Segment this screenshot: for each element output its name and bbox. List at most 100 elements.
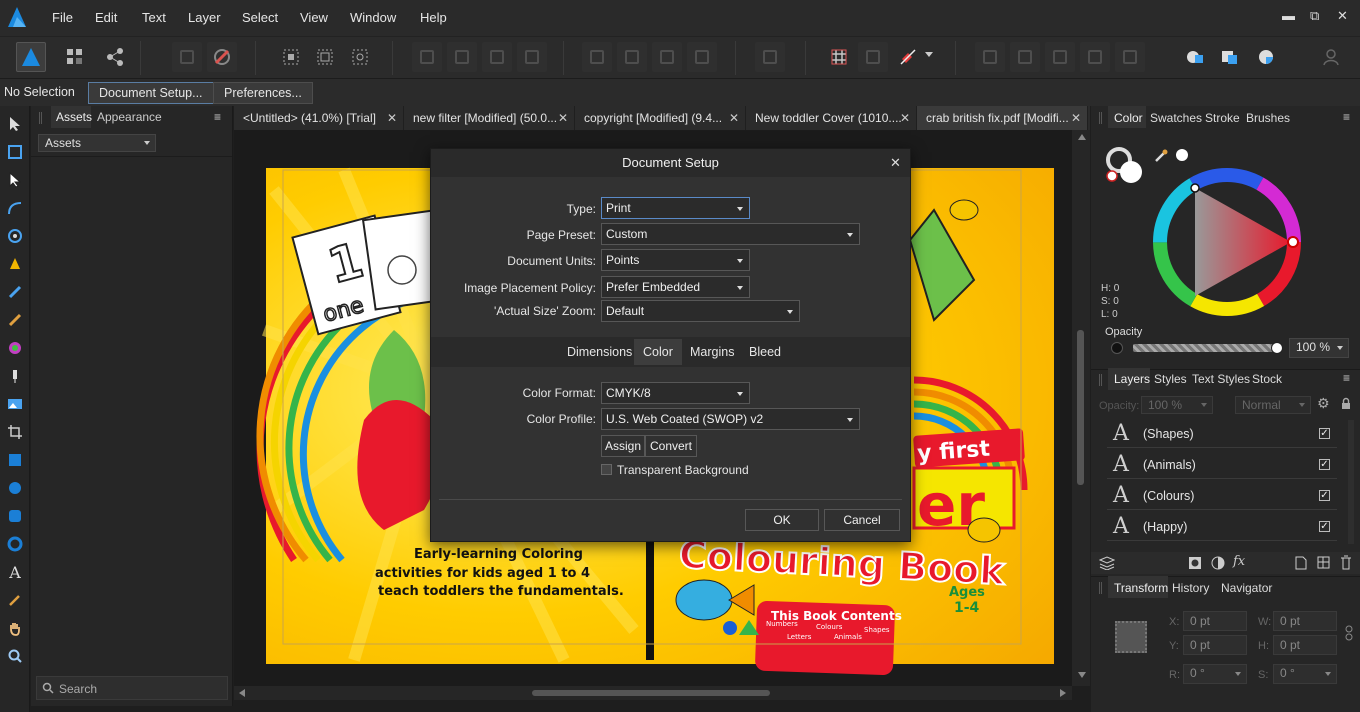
color-profile-dropdown[interactable]: U.S. Web Coated (SWOP) v2: [601, 408, 860, 430]
snapping-options-chevron-down-icon[interactable]: [925, 52, 933, 57]
view-tool[interactable]: [5, 618, 25, 638]
pixel-persona-button[interactable]: [60, 42, 90, 72]
color-picker-tool[interactable]: [5, 590, 25, 610]
crop-tool[interactable]: [5, 422, 25, 442]
convert-button[interactable]: Convert: [645, 435, 697, 457]
image-placement-dropdown[interactable]: Prefer Embedded: [601, 276, 750, 298]
grid-toggle[interactable]: [824, 42, 854, 72]
actual-size-zoom-dropdown[interactable]: Default: [601, 300, 800, 322]
opacity-slider-handle[interactable]: [1271, 342, 1283, 354]
blend-mode-dropdown[interactable]: Normal: [1235, 396, 1311, 414]
snapping-magnet-toggle[interactable]: [893, 42, 923, 72]
opacity-input[interactable]: 100 %: [1289, 338, 1349, 358]
tab-text-styles[interactable]: Text Styles: [1192, 372, 1250, 386]
boolean-add-button[interactable]: [975, 42, 1005, 72]
boolean-xor-button[interactable]: [1080, 42, 1110, 72]
fx-icon[interactable]: fx: [1233, 554, 1245, 569]
tab-stroke[interactable]: Stroke: [1205, 111, 1240, 125]
select-object-button[interactable]: [310, 42, 340, 72]
transparency-tool[interactable]: [5, 366, 25, 386]
assets-search-input[interactable]: Search: [36, 676, 228, 700]
flip-horizontal-button[interactable]: [582, 42, 612, 72]
doc-tab-new-filter[interactable]: new filter [Modified] (50.0... ✕: [404, 106, 575, 130]
shear-input[interactable]: 0 °: [1273, 664, 1337, 684]
layers-scrollbar[interactable]: [1348, 420, 1354, 544]
tab-dimensions[interactable]: Dimensions: [558, 339, 641, 365]
ok-button[interactable]: OK: [745, 509, 819, 531]
layer-row[interactable]: A (Animals) ✓: [1107, 451, 1337, 479]
menu-help[interactable]: Help: [420, 10, 447, 25]
close-icon[interactable]: ✕: [558, 106, 568, 130]
restore-button[interactable]: ⧉: [1310, 8, 1319, 24]
panel-grip-icon[interactable]: [1099, 582, 1102, 594]
layer-visibility-checkbox[interactable]: ✓: [1319, 490, 1330, 501]
designer-persona-button[interactable]: [16, 42, 46, 72]
vector-brush-tool[interactable]: [5, 310, 25, 330]
menu-layer[interactable]: Layer: [188, 10, 221, 25]
align-button[interactable]: [172, 42, 202, 72]
menu-window[interactable]: Window: [350, 10, 396, 25]
scroll-right-icon[interactable]: [1060, 689, 1066, 697]
point-transform-tool[interactable]: [5, 226, 25, 246]
opacity-slider[interactable]: [1133, 344, 1275, 352]
tab-transform[interactable]: Transform: [1114, 581, 1168, 595]
height-input[interactable]: 0 pt: [1273, 635, 1337, 655]
tab-color-active[interactable]: Color: [634, 339, 682, 365]
menu-select[interactable]: Select: [242, 10, 278, 25]
menu-edit[interactable]: Edit: [95, 10, 117, 25]
rounded-rectangle-tool[interactable]: [5, 506, 25, 526]
move-tool[interactable]: [5, 114, 25, 134]
layer-visibility-checkbox[interactable]: ✓: [1319, 459, 1330, 470]
type-dropdown[interactable]: Print: [601, 197, 750, 219]
link-icon[interactable]: [1345, 625, 1353, 641]
menu-file[interactable]: File: [52, 10, 73, 25]
tab-color[interactable]: Color: [1114, 111, 1143, 125]
close-icon[interactable]: ✕: [387, 106, 397, 130]
menu-text[interactable]: Text: [142, 10, 166, 25]
panel-menu-icon[interactable]: ≡: [1343, 371, 1350, 385]
color-triangle-handle[interactable]: [1190, 183, 1200, 193]
rotation-input[interactable]: 0 °: [1183, 664, 1247, 684]
arrange-front-button[interactable]: [517, 42, 547, 72]
export-persona-button[interactable]: [100, 42, 130, 72]
tab-styles[interactable]: Styles: [1154, 372, 1187, 386]
delete-trash-icon[interactable]: [1340, 555, 1352, 570]
doc-tab-crab-british[interactable]: crab british fix.pdf [Modifi... ✕: [917, 106, 1088, 130]
pen-tool[interactable]: [5, 254, 25, 274]
insert-top-button[interactable]: [1215, 42, 1245, 72]
minimize-button[interactable]: ▬: [1282, 8, 1295, 23]
tab-stock[interactable]: Stock: [1252, 372, 1282, 386]
snapping-toggle[interactable]: [207, 42, 237, 72]
fill-stroke-well[interactable]: [1105, 146, 1145, 186]
doc-tab-copyright[interactable]: copyright [Modified] (9.4... ✕: [575, 106, 746, 130]
pencil-tool[interactable]: [5, 282, 25, 302]
group-icon[interactable]: [1317, 556, 1330, 569]
layer-row[interactable]: A (Colours) ✓: [1107, 482, 1337, 510]
hue-ring-handle[interactable]: [1287, 236, 1299, 248]
select-bounds-button[interactable]: [276, 42, 306, 72]
panel-menu-icon[interactable]: ≡: [214, 110, 221, 124]
insert-inside-button[interactable]: [1251, 42, 1281, 72]
distribute-button[interactable]: [755, 42, 785, 72]
picked-color-swatch[interactable]: [1175, 148, 1189, 162]
lock-icon[interactable]: [1341, 397, 1351, 410]
vertical-scroll-thumb[interactable]: [1077, 330, 1084, 485]
scroll-down-icon[interactable]: [1078, 672, 1086, 678]
close-window-button[interactable]: ✕: [1337, 8, 1348, 24]
guides-toggle[interactable]: [858, 42, 888, 72]
ellipse-tool[interactable]: [5, 478, 25, 498]
width-input[interactable]: 0 pt: [1273, 611, 1337, 631]
boolean-divide-button[interactable]: [1115, 42, 1145, 72]
corner-tool[interactable]: [5, 198, 25, 218]
document-setup-button[interactable]: Document Setup...: [88, 82, 214, 104]
color-picker-eyedropper-icon[interactable]: [1153, 148, 1169, 164]
add-layer-icon[interactable]: [1295, 556, 1307, 570]
cancel-button[interactable]: Cancel: [824, 509, 900, 531]
tab-bleed[interactable]: Bleed: [740, 339, 790, 365]
layer-stack-icon[interactable]: [1099, 556, 1115, 570]
flip-vertical-button[interactable]: [617, 42, 647, 72]
dialog-close-icon[interactable]: ✕: [890, 155, 901, 171]
panel-grip-icon[interactable]: [1099, 112, 1102, 124]
y-position-input[interactable]: 0 pt: [1183, 635, 1247, 655]
mask-icon[interactable]: [1188, 556, 1202, 570]
